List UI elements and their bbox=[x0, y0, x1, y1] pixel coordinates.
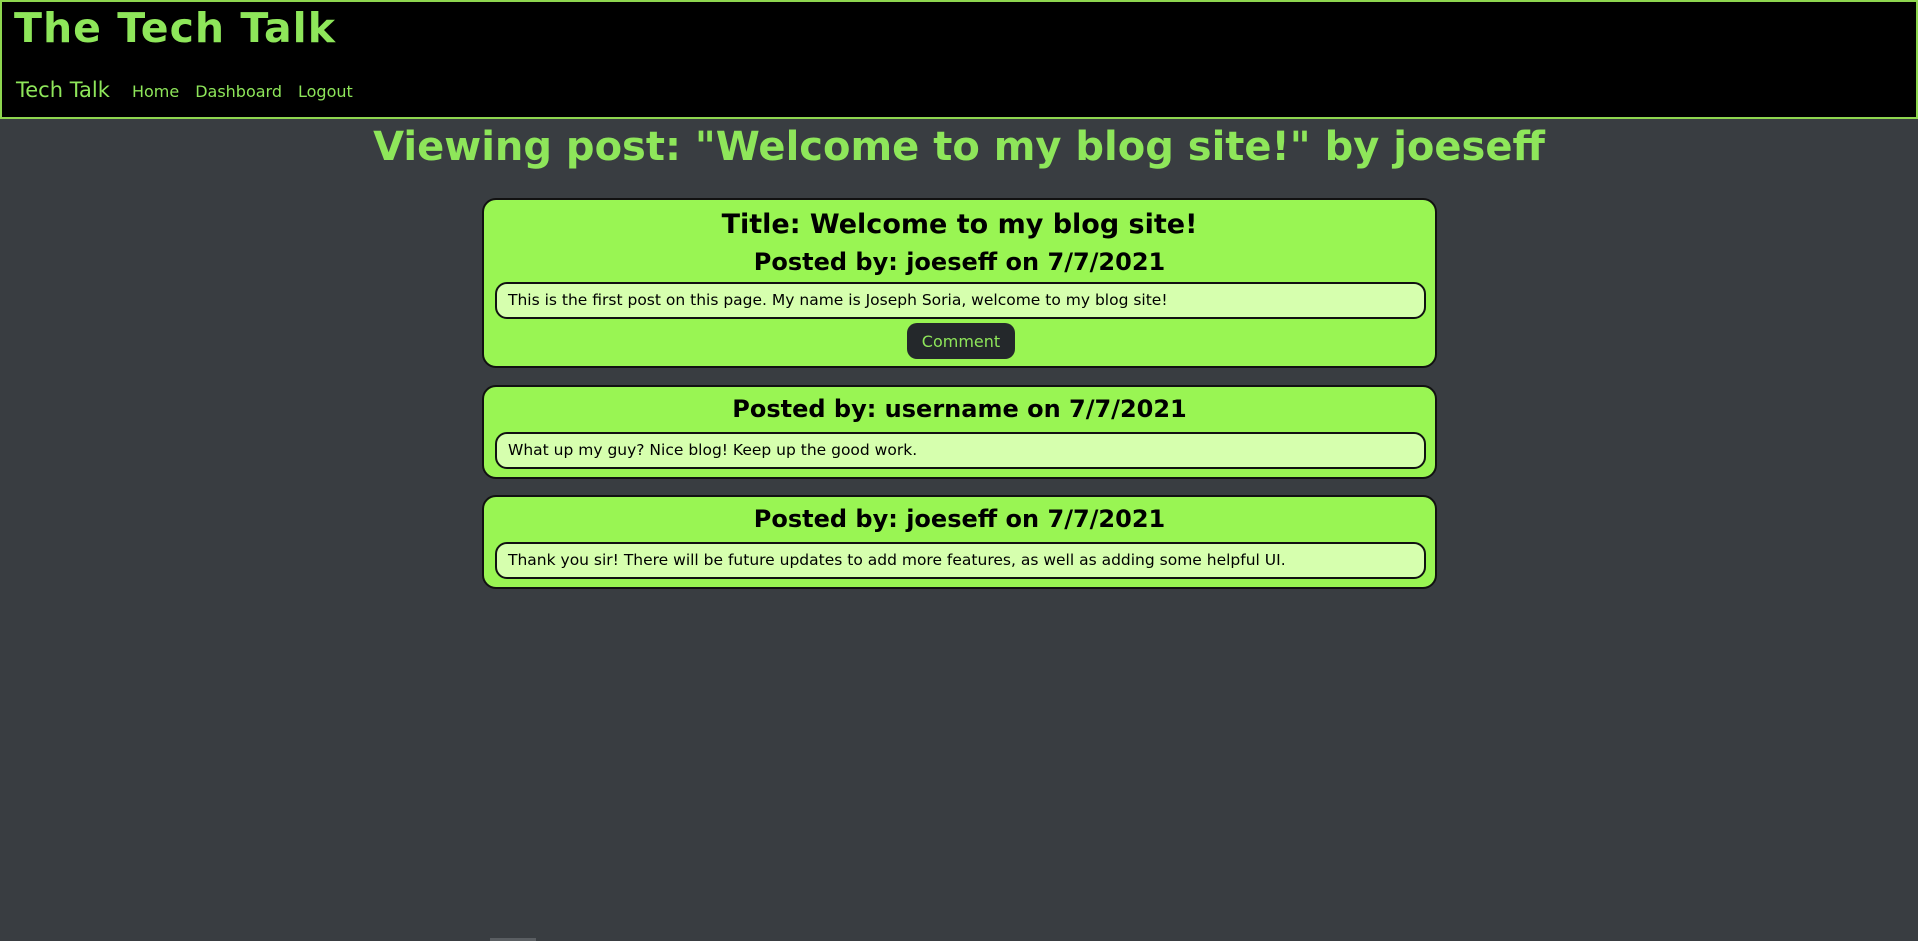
comment-meta: Posted by: username on 7/7/2021 bbox=[732, 395, 1187, 423]
nav-brand[interactable]: Tech Talk bbox=[16, 78, 110, 102]
nav-link-logout[interactable]: Logout bbox=[298, 82, 353, 101]
comment-card: Posted by: username on 7/7/2021 What up … bbox=[482, 385, 1437, 479]
main-nav: Tech Talk Home Dashboard Logout bbox=[16, 78, 369, 102]
site-header: The Tech Talk Tech Talk Home Dashboard L… bbox=[0, 0, 1918, 119]
site-title: The Tech Talk bbox=[14, 4, 337, 52]
comment-meta: Posted by: joeseff on 7/7/2021 bbox=[753, 505, 1166, 533]
post-title: Title: Welcome to my blog site! bbox=[721, 209, 1198, 240]
comment-button[interactable]: Comment bbox=[907, 323, 1015, 359]
post-card: Title: Welcome to my blog site! Posted b… bbox=[482, 198, 1437, 368]
post-meta: Posted by: joeseff on 7/7/2021 bbox=[753, 248, 1166, 276]
nav-link-home[interactable]: Home bbox=[132, 82, 179, 101]
page-heading: Viewing post: "Welcome to my blog site!"… bbox=[373, 124, 1545, 170]
post-content: This is the first post on this page. My … bbox=[495, 282, 1426, 319]
comment-card: Posted by: joeseff on 7/7/2021 Thank you… bbox=[482, 495, 1437, 589]
comment-content: What up my guy? Nice blog! Keep up the g… bbox=[495, 432, 1426, 469]
nav-link-dashboard[interactable]: Dashboard bbox=[195, 82, 282, 101]
comment-content: Thank you sir! There will be future upda… bbox=[495, 542, 1426, 579]
